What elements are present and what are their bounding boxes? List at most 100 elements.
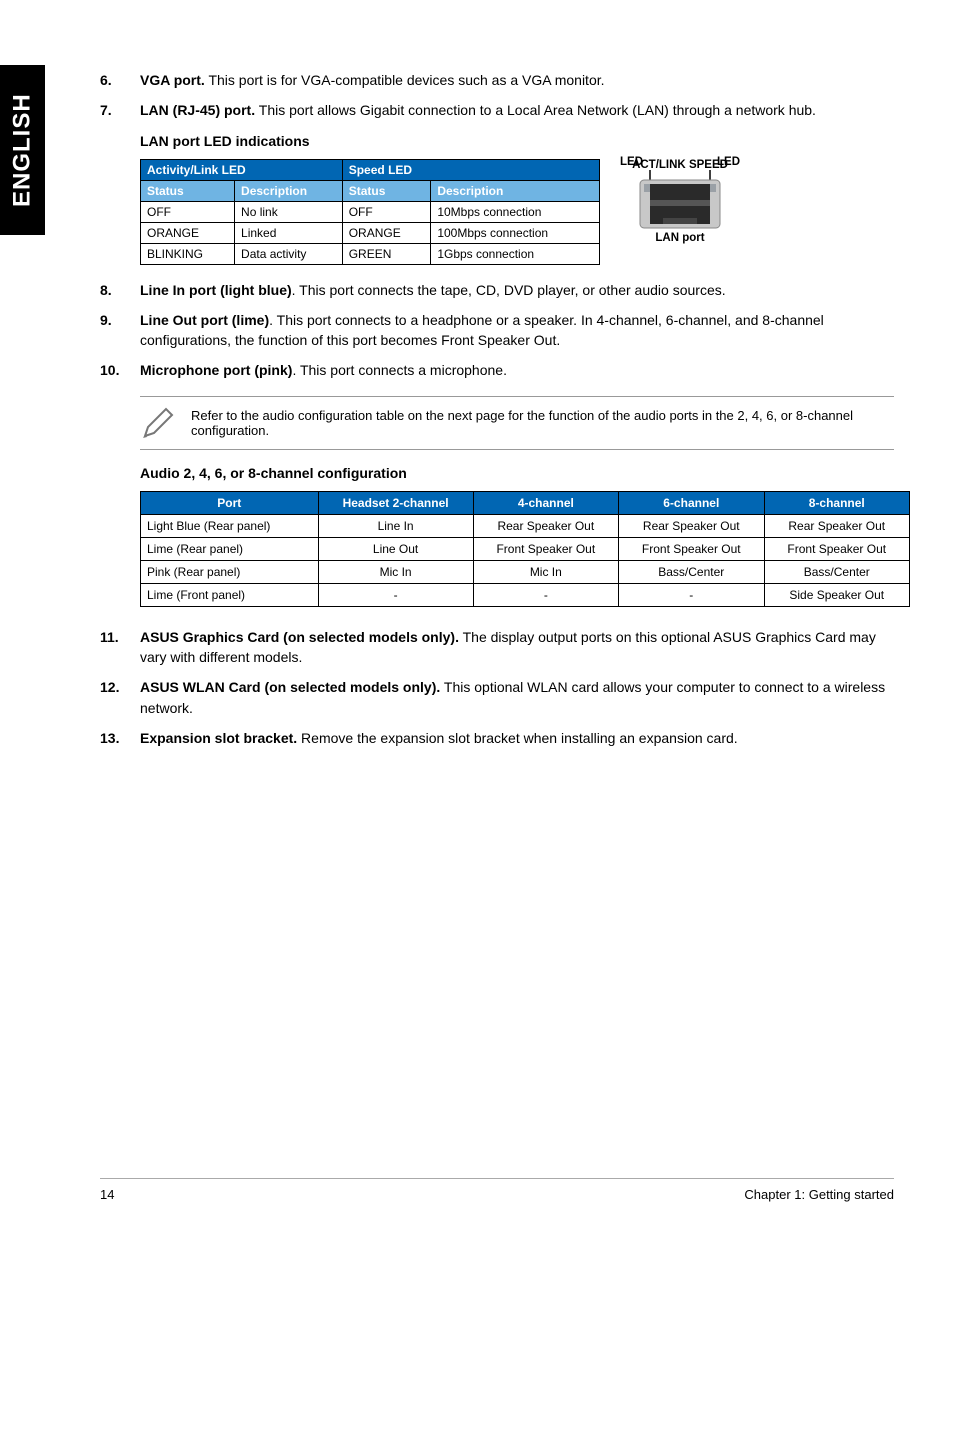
cell: Side Speaker Out [764, 583, 910, 606]
list-item: 6. VGA port. This port is for VGA-compat… [100, 70, 894, 90]
cell: 1Gbps connection [431, 243, 600, 264]
item-body: Line In port (light blue). This port con… [140, 280, 894, 300]
item-number: 12. [100, 677, 140, 718]
list-item: 9. Line Out port (lime). This port conne… [100, 310, 894, 351]
item-title: ASUS WLAN Card (on selected models only)… [140, 679, 440, 695]
cell: - [619, 583, 764, 606]
item-text: Remove the expansion slot bracket when i… [297, 730, 737, 746]
list-item: 12. ASUS WLAN Card (on selected models o… [100, 677, 894, 718]
item-number: 13. [100, 728, 140, 748]
cell: Pink (Rear panel) [141, 560, 319, 583]
item-text: This port allows Gigabit connection to a… [255, 102, 816, 118]
item-body: LAN (RJ-45) port. This port allows Gigab… [140, 100, 894, 120]
table-col-header: Description [235, 180, 343, 201]
audio-config-heading: Audio 2, 4, 6, or 8-channel configuratio… [140, 465, 894, 481]
table-row: OFF No link OFF 10Mbps connection [141, 201, 600, 222]
item-title: VGA port. [140, 72, 205, 88]
table-row: Lime (Rear panel) Line Out Front Speaker… [141, 537, 910, 560]
item-body: VGA port. This port is for VGA-compatibl… [140, 70, 894, 90]
cell: Front Speaker Out [764, 537, 910, 560]
item-text: . This port connects the tape, CD, DVD p… [292, 282, 726, 298]
item-title: Line Out port (lime) [140, 312, 269, 328]
cell: Linked [235, 222, 343, 243]
cell: Rear Speaker Out [619, 514, 764, 537]
item-title: Line In port (light blue) [140, 282, 292, 298]
item-number: 8. [100, 280, 140, 300]
item-title: LAN (RJ-45) port. [140, 102, 255, 118]
table-row: Pink (Rear panel) Mic In Mic In Bass/Cen… [141, 560, 910, 583]
table-col-header: Status [141, 180, 235, 201]
cell: Lime (Rear panel) [141, 537, 319, 560]
list-item: 8. Line In port (light blue). This port … [100, 280, 894, 300]
table-group-header: Activity/Link LED [141, 159, 343, 180]
table-col-header: Description [431, 180, 600, 201]
cell: GREEN [342, 243, 431, 264]
pencil-icon [140, 405, 176, 441]
list-item: 7. LAN (RJ-45) port. This port allows Gi… [100, 100, 894, 120]
ordered-list-c: 11. ASUS Graphics Card (on selected mode… [100, 627, 894, 748]
cell: No link [235, 201, 343, 222]
cell: - [318, 583, 473, 606]
diagram-caption: LAN port [620, 232, 740, 244]
table-row: Lime (Front panel) - - - Side Speaker Ou… [141, 583, 910, 606]
ordered-list-b: 8. Line In port (light blue). This port … [100, 280, 894, 381]
cell: 10Mbps connection [431, 201, 600, 222]
item-number: 11. [100, 627, 140, 668]
cell: BLINKING [141, 243, 235, 264]
table-col-header: Port [141, 491, 319, 514]
table-col-header: 8-channel [764, 491, 910, 514]
item-title: Expansion slot bracket. [140, 730, 297, 746]
cell: Data activity [235, 243, 343, 264]
cell: Rear Speaker Out [764, 514, 910, 537]
table-group-header: Speed LED [342, 159, 599, 180]
item-body: Expansion slot bracket. Remove the expan… [140, 728, 894, 748]
item-title: Microphone port (pink) [140, 362, 292, 378]
cell: Mic In [473, 560, 618, 583]
cell: OFF [141, 201, 235, 222]
audio-config-table: Port Headset 2-channel 4-channel 6-chann… [140, 491, 910, 607]
item-body: ASUS WLAN Card (on selected models only)… [140, 677, 894, 718]
table-col-header: 4-channel [473, 491, 618, 514]
page-footer: 14 Chapter 1: Getting started [100, 1178, 894, 1202]
item-number: 9. [100, 310, 140, 351]
cell: ORANGE [141, 222, 235, 243]
cell: - [473, 583, 618, 606]
item-number: 6. [100, 70, 140, 90]
language-tab: ENGLISH [0, 65, 45, 235]
cell: Lime (Front panel) [141, 583, 319, 606]
list-item: 11. ASUS Graphics Card (on selected mode… [100, 627, 894, 668]
chapter-label: Chapter 1: Getting started [744, 1187, 894, 1202]
note-text: Refer to the audio configuration table o… [191, 408, 894, 438]
lan-led-heading: LAN port LED indications [140, 133, 894, 149]
cell: Rear Speaker Out [473, 514, 618, 537]
diagram-label: LED [717, 156, 740, 168]
lan-led-table: Activity/Link LED Speed LED Status Descr… [140, 159, 600, 265]
cell: Front Speaker Out [473, 537, 618, 560]
page-number: 14 [100, 1187, 114, 1202]
item-number: 7. [100, 100, 140, 120]
list-item: 10. Microphone port (pink). This port co… [100, 360, 894, 380]
table-col-header: 6-channel [619, 491, 764, 514]
lan-port-icon [635, 170, 725, 230]
cell: Mic In [318, 560, 473, 583]
item-body: Line Out port (lime). This port connects… [140, 310, 894, 351]
table-col-header: Status [342, 180, 431, 201]
cell: Line Out [318, 537, 473, 560]
table-row: BLINKING Data activity GREEN 1Gbps conne… [141, 243, 600, 264]
cell: OFF [342, 201, 431, 222]
cell: ORANGE [342, 222, 431, 243]
table-row: Light Blue (Rear panel) Line In Rear Spe… [141, 514, 910, 537]
cell: Light Blue (Rear panel) [141, 514, 319, 537]
cell: Line In [318, 514, 473, 537]
cell: 100Mbps connection [431, 222, 600, 243]
item-body: ASUS Graphics Card (on selected models o… [140, 627, 894, 668]
note-box: Refer to the audio configuration table o… [140, 396, 894, 450]
cell: Bass/Center [619, 560, 764, 583]
cell: Front Speaker Out [619, 537, 764, 560]
table-row: ORANGE Linked ORANGE 100Mbps connection [141, 222, 600, 243]
diagram-label: LED [620, 156, 643, 168]
item-body: Microphone port (pink). This port connec… [140, 360, 894, 380]
item-title: ASUS Graphics Card (on selected models o… [140, 629, 459, 645]
item-number: 10. [100, 360, 140, 380]
item-text: This port is for VGA-compatible devices … [205, 72, 605, 88]
